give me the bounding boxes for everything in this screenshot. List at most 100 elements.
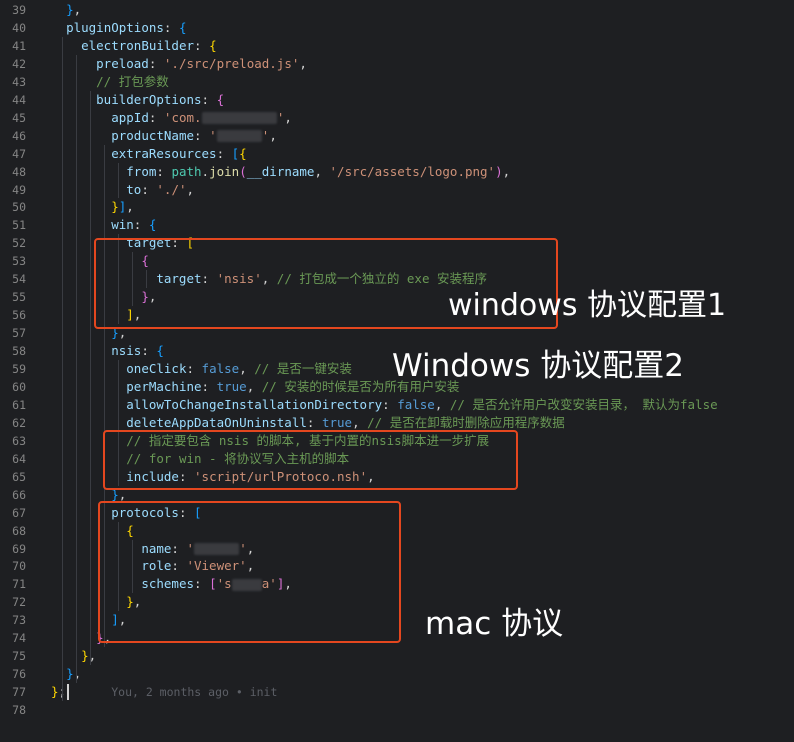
code-token: } [111, 199, 119, 215]
code-line[interactable]: from: path.join(__dirname, '/src/assets/… [51, 163, 510, 181]
code-token: , [73, 2, 82, 17]
code-token: , [239, 361, 255, 376]
code-token: // 是否允许用户改变安装目录， 默认为false [449, 396, 718, 412]
code-token: { [148, 217, 157, 233]
code-token: , [314, 163, 330, 179]
highlight-box-nsis-include [103, 430, 518, 490]
code-token: : [201, 91, 217, 107]
code-token: true [321, 414, 353, 430]
code-token: { [178, 19, 187, 35]
code-line[interactable]: preload: './src/preload.js', [51, 55, 307, 73]
code-token: '/src/assets/logo.png' [329, 163, 496, 179]
code-token: to [126, 181, 142, 197]
code-token: { [239, 145, 247, 161]
code-token: , [434, 396, 450, 412]
code-token: deleteAppDataOnUninstall [126, 414, 307, 430]
code-line[interactable]: extraResources: [{ [51, 145, 247, 163]
annotation-windows-config-1: windows 协议配置1 [448, 288, 727, 323]
code-token: electronBuilder [81, 37, 194, 53]
code-token: false [397, 396, 435, 412]
code-line[interactable]: }; You, 2 months ago • init [51, 683, 277, 701]
annotation-mac-protocol: mac 协议 [425, 606, 564, 642]
code-token: { [156, 343, 164, 359]
code-line[interactable]: nsis: { [51, 342, 164, 360]
code-line[interactable]: }], [51, 198, 134, 216]
code-token: . [201, 163, 210, 179]
indent-guide [90, 90, 91, 666]
code-token: , [126, 199, 134, 215]
code-line[interactable]: allowToChangeInstallationDirectory: fals… [51, 396, 718, 414]
code-line[interactable]: to: './', [51, 181, 194, 199]
code-token: './' [156, 181, 187, 197]
code-token: false [201, 361, 240, 376]
code-token: : [141, 343, 157, 359]
code-line[interactable]: // 打包参数 [51, 73, 169, 91]
code-token: allowToChangeInstallationDirectory [126, 396, 383, 412]
code-token: , [502, 163, 511, 179]
code-token: pluginOptions [66, 19, 164, 35]
code-token: oneClick [126, 361, 187, 376]
code-token: builderOptions [96, 91, 202, 107]
code-token: // 是否在卸载时删除应用程序数据 [367, 414, 565, 430]
code-token: __dirname [246, 163, 315, 179]
redacted-text [201, 112, 277, 125]
code-token: , [269, 127, 277, 143]
code-token: ' [209, 127, 217, 143]
code-token: : [194, 37, 210, 53]
code-token: productName [111, 127, 195, 143]
code-token: , [73, 666, 82, 682]
code-token: You, 2 months ago • init [111, 685, 278, 700]
code-line[interactable]: appId: 'com. ', [51, 109, 292, 127]
indent-guide [62, 36, 63, 702]
code-token: : [194, 127, 210, 143]
code-token: appId [111, 109, 149, 125]
code-token: , [299, 55, 307, 71]
code-line[interactable]: }, [51, 1, 81, 19]
code-token: ( [239, 163, 247, 179]
code-token: : [163, 19, 179, 35]
code-token: { [209, 37, 217, 53]
code-line[interactable]: electronBuilder: { [51, 37, 217, 55]
text-cursor [67, 684, 70, 701]
code-token: : [382, 396, 398, 412]
code-token: , [284, 109, 292, 125]
redacted-text [216, 130, 262, 143]
code-token: : [186, 361, 202, 376]
code-token: path [171, 163, 202, 179]
code-token: { [216, 91, 225, 107]
code-token: , [186, 181, 195, 197]
code-token: : [306, 414, 322, 430]
code-token: : [201, 378, 217, 394]
code-token: : [148, 55, 164, 71]
code-token: preload [96, 55, 149, 71]
code-token: , [352, 414, 368, 430]
code-token: : [133, 217, 149, 233]
code-token: // 打包参数 [96, 73, 169, 89]
highlight-box-protocols [98, 501, 401, 643]
code-token: nsis [111, 343, 142, 359]
code-token: } [51, 684, 59, 700]
code-token: true [216, 378, 247, 394]
annotation-windows-config-2: Windows 协议配置2 [392, 348, 684, 384]
code-editor[interactable]: 39 40 41 42 43 44 45 46 47 48 49 50 51 52 53 54 55 56 57 58… [0, 0, 794, 742]
code-token: win [111, 217, 134, 233]
code-token: , [246, 378, 262, 394]
indent-guide [76, 54, 77, 684]
code-line[interactable]: oneClick: false, // 是否一键安装 [51, 360, 352, 378]
code-line[interactable]: pluginOptions: { [51, 19, 187, 37]
code-token: extraResources [111, 145, 217, 161]
code-line[interactable]: productName: ' ', [51, 127, 277, 145]
code-token: ) [495, 163, 503, 179]
code-token: // 是否一键安装 [254, 361, 352, 376]
